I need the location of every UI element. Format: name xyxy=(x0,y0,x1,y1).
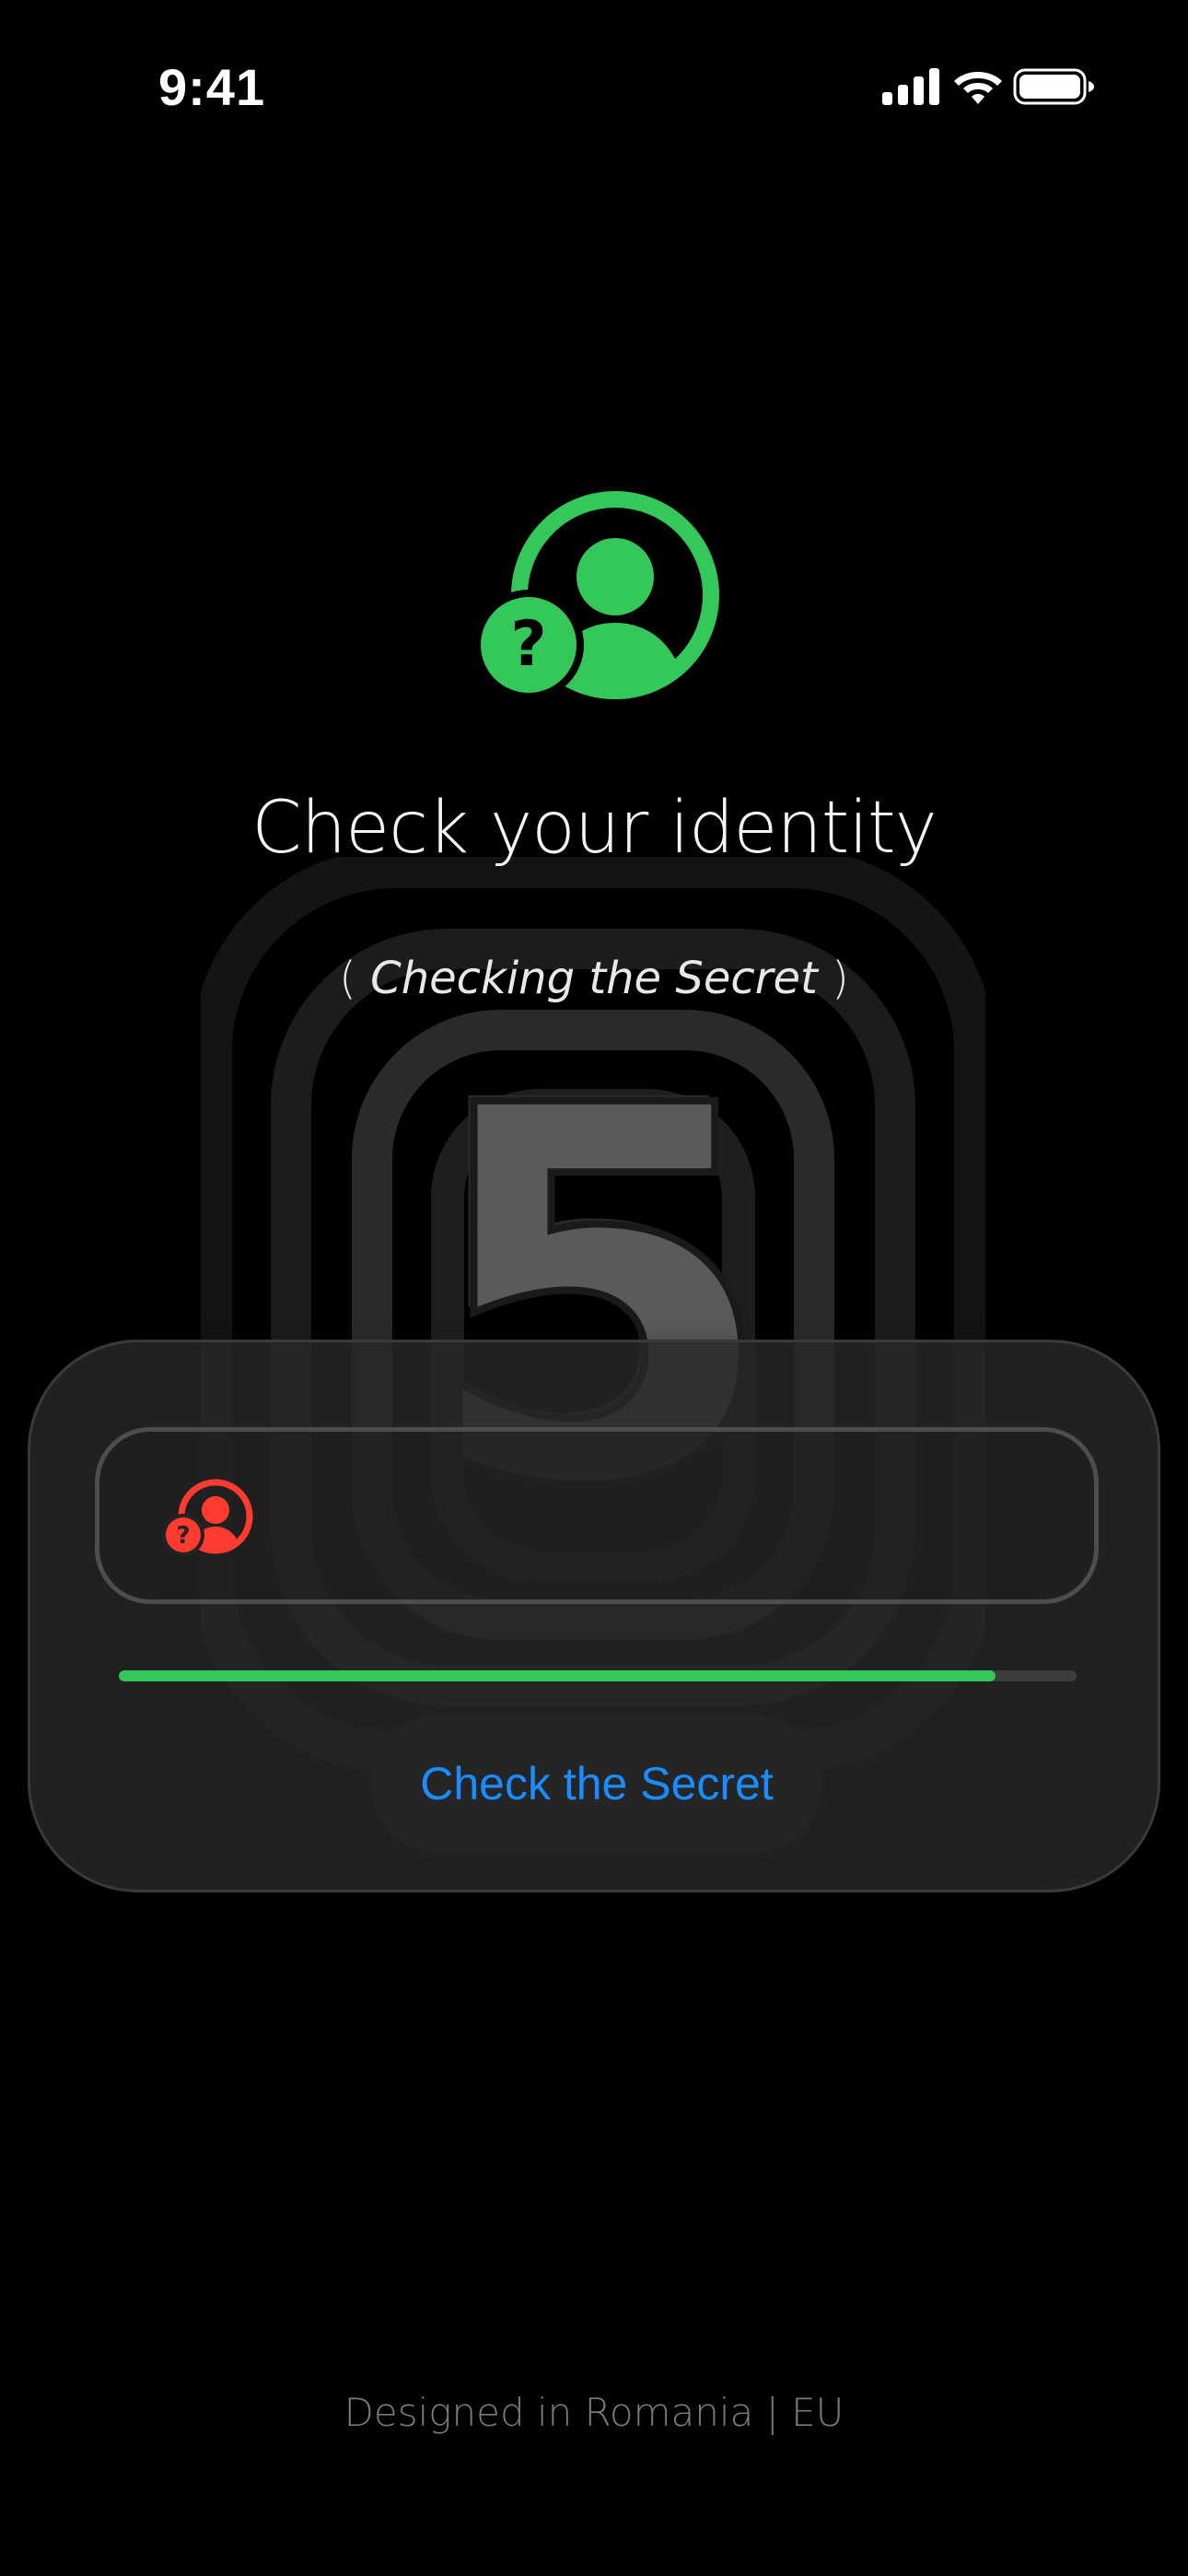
secret-input[interactable] xyxy=(284,1469,1061,1563)
secret-input-container[interactable]: ? xyxy=(95,1427,1099,1604)
svg-text:?: ? xyxy=(510,608,546,681)
progress-bar xyxy=(119,1670,1077,1681)
status-icons xyxy=(864,66,1094,112)
page-subtitle: ( Checking the Secret ) xyxy=(0,953,1188,1004)
wifi-icon xyxy=(954,72,1002,104)
person-question-icon: ? xyxy=(162,1479,253,1556)
svg-text:?: ? xyxy=(176,1522,190,1550)
status-bar: 9:41 xyxy=(0,0,1188,175)
status-time: 9:41 xyxy=(158,58,266,116)
cellular-signal-icon xyxy=(882,68,939,105)
secret-card: ? Check the Secret xyxy=(28,1340,1160,1892)
subtitle-text: Checking the Secret xyxy=(370,953,818,1004)
subtitle-close-paren: ) xyxy=(832,953,849,1004)
footer-text: Designed in Romania | EU xyxy=(344,2390,844,2435)
battery-icon xyxy=(1013,68,1094,105)
person-question-icon: ? xyxy=(473,491,719,700)
page-title: Check your identity xyxy=(251,787,938,870)
check-secret-button[interactable]: Check the Secret xyxy=(371,1715,822,1853)
subtitle-open-paren: ( xyxy=(339,953,356,1004)
progress-fill xyxy=(119,1670,996,1681)
